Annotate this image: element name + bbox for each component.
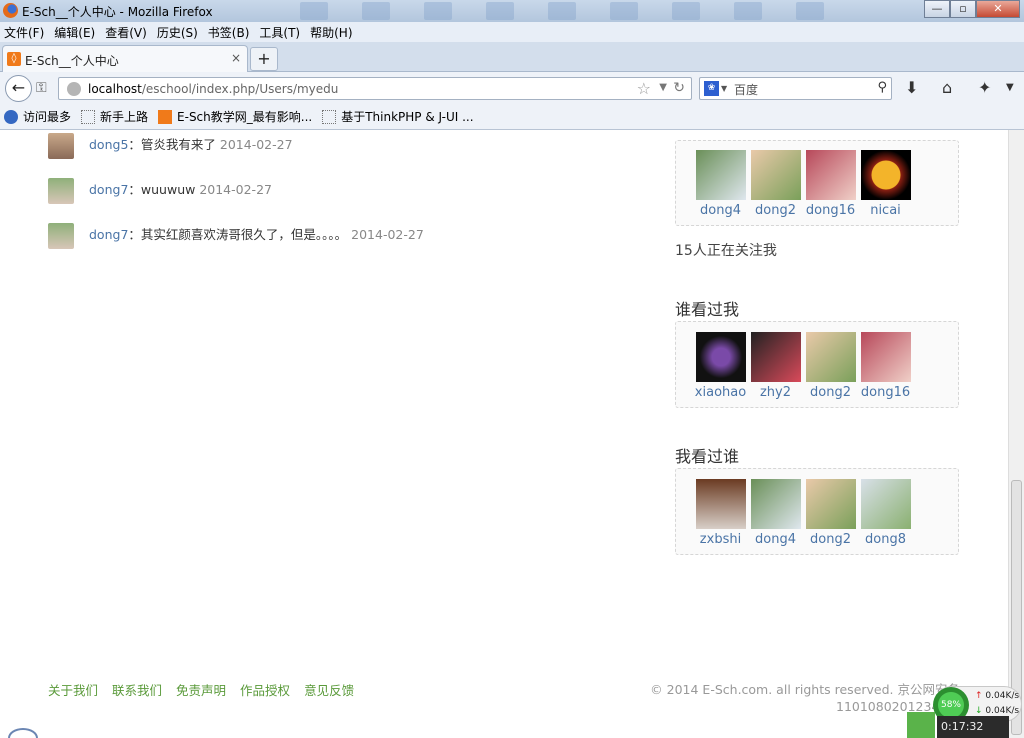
- footer-links: 关于我们 联系我们 免责声明 作品授权 意见反馈: [48, 680, 368, 699]
- site-favicon-icon: [158, 109, 173, 124]
- menu-tools[interactable]: 工具(T): [259, 24, 300, 41]
- tab-label: E-Sch__个人中心: [25, 54, 119, 68]
- home-icon[interactable]: ⌂: [942, 78, 952, 97]
- user-thumb[interactable]: dong4: [748, 479, 803, 547]
- avatar[interactable]: [48, 133, 74, 159]
- user-thumb[interactable]: dong2: [803, 479, 858, 547]
- search-box[interactable]: ❀ ▼ 百度 ⚲: [699, 77, 892, 100]
- user-thumb[interactable]: dong16: [858, 332, 913, 400]
- tray-logo-icon[interactable]: [907, 712, 935, 738]
- user-thumb[interactable]: dong8: [858, 479, 913, 547]
- comment-text: ：管炎我有来了: [128, 137, 216, 152]
- key-icon[interactable]: ⚿: [36, 80, 47, 96]
- tab-bar: ◊ E-Sch__个人中心 × +: [0, 42, 1024, 72]
- menu-help[interactable]: 帮助(H): [310, 24, 352, 41]
- visited-title: 我看过谁: [675, 447, 740, 466]
- minimize-button[interactable]: —: [924, 0, 950, 18]
- comment-user-link[interactable]: dong5: [89, 137, 128, 152]
- page-icon: [81, 109, 96, 124]
- footer-link-contact[interactable]: 联系我们: [112, 680, 162, 699]
- menu-bookmarks[interactable]: 书签(B): [208, 24, 250, 41]
- comment-item: dong5：管炎我有来了 2014-02-27: [48, 133, 293, 159]
- search-input[interactable]: 百度: [734, 81, 758, 98]
- url-dropdown-icon[interactable]: ▼: [659, 82, 667, 93]
- bookmark-thinkphp[interactable]: 基于ThinkPHP & J-UI ...: [322, 108, 474, 125]
- visited-panel: zxbshi dong4 dong2 dong8: [675, 468, 959, 555]
- download-icon[interactable]: ⬇: [905, 78, 918, 97]
- navigation-bar: ← ⚿ localhost/eschool/index.php/Users/my…: [0, 72, 1024, 104]
- page-content: dong5：管炎我有来了 2014-02-27 dong7：wuuwuw 201…: [0, 130, 1008, 738]
- tab-close-icon[interactable]: ×: [231, 51, 241, 65]
- menu-view[interactable]: 查看(V): [105, 24, 147, 41]
- close-window-button[interactable]: ✕: [976, 0, 1020, 18]
- bookmark-most-visited[interactable]: 访问最多: [4, 108, 71, 125]
- following-panel: dong4 dong2 dong16 nicai: [675, 140, 959, 226]
- firefox-logo-icon: [3, 3, 18, 18]
- avatar[interactable]: [48, 223, 74, 249]
- tab-active[interactable]: ◊ E-Sch__个人中心 ×: [2, 45, 248, 72]
- comment-item: dong7：wuuwuw 2014-02-27: [48, 178, 272, 204]
- search-icon[interactable]: ⚲: [877, 80, 887, 95]
- menu-bar: 文件(F) 编辑(E) 查看(V) 历史(S) 书签(B) 工具(T) 帮助(H…: [0, 22, 1024, 42]
- follower-count: 15人正在关注我: [675, 243, 777, 259]
- menu-dropdown-icon[interactable]: ▼: [1006, 82, 1014, 93]
- globe-icon: [67, 82, 81, 96]
- bookmark-getting-started[interactable]: 新手上路: [81, 108, 148, 125]
- search-engine-dropdown-icon[interactable]: ▼: [721, 84, 727, 93]
- footer-link-about[interactable]: 关于我们: [48, 680, 98, 699]
- url-text[interactable]: localhost/eschool/index.php/Users/myedu: [88, 82, 338, 96]
- bookmark-esch[interactable]: E-Sch教学网_最有影响...: [158, 108, 312, 125]
- menu-file[interactable]: 文件(F): [4, 24, 44, 41]
- tray-clock: 0:17:32: [937, 716, 1009, 738]
- comment-user-link[interactable]: dong7: [89, 182, 128, 197]
- footer-link-disclaimer[interactable]: 免责声明: [176, 680, 226, 699]
- user-thumb[interactable]: nicai: [858, 150, 913, 218]
- user-thumb[interactable]: dong16: [803, 150, 858, 218]
- reload-icon[interactable]: ↻: [673, 80, 685, 96]
- back-button[interactable]: ←: [5, 75, 32, 102]
- user-thumb[interactable]: xiaohao: [693, 332, 748, 400]
- most-visited-icon: [4, 109, 18, 124]
- menu-edit[interactable]: 编辑(E): [54, 24, 95, 41]
- window-titlebar: E-Sch__个人中心 - Mozilla Firefox — ▫ ✕: [0, 0, 1024, 22]
- new-tab-button[interactable]: +: [250, 47, 278, 71]
- page-icon: [322, 109, 337, 124]
- page-scrollbar[interactable]: [1008, 130, 1024, 738]
- avatar[interactable]: [48, 178, 74, 204]
- addon-icon[interactable]: ✦: [978, 78, 991, 97]
- user-thumb[interactable]: dong4: [693, 150, 748, 218]
- comment-date: 2014-02-27: [351, 227, 424, 242]
- visitors-panel: xiaohao zhy2 dong2 dong16: [675, 321, 959, 408]
- menu-history[interactable]: 历史(S): [157, 24, 198, 41]
- comment-text: ：wuuwuw: [128, 182, 196, 197]
- maximize-button[interactable]: ▫: [950, 0, 976, 18]
- comment-text: ：其实红颜喜欢涛哥很久了，但是。。。。: [128, 227, 348, 242]
- copyright-text: © 2014 E-Sch.com. all rights reserved. 京…: [650, 682, 960, 697]
- baidu-paw-icon[interactable]: ❀: [704, 81, 719, 96]
- bookmarks-bar: 访问最多 新手上路 E-Sch教学网_最有影响... 基于ThinkPHP & …: [0, 104, 1024, 130]
- user-thumb[interactable]: zxbshi: [693, 479, 748, 547]
- visitors-title: 谁看过我: [675, 300, 740, 319]
- url-bar[interactable]: localhost/eschool/index.php/Users/myedu …: [58, 77, 692, 100]
- user-thumb[interactable]: zhy2: [748, 332, 803, 400]
- upload-speed: ↑ 0.04K/s: [975, 691, 1020, 701]
- footer-link-feedback[interactable]: 意见反馈: [304, 680, 354, 699]
- comment-item: dong7：其实红颜喜欢涛哥很久了，但是。。。。 2014-02-27: [48, 223, 424, 249]
- comment-user-link[interactable]: dong7: [89, 227, 128, 242]
- bookmark-star-icon[interactable]: ☆: [637, 79, 651, 98]
- footer-link-license[interactable]: 作品授权: [240, 680, 290, 699]
- user-thumb[interactable]: dong2: [748, 150, 803, 218]
- comment-date: 2014-02-27: [199, 182, 272, 197]
- user-thumb[interactable]: dong2: [803, 332, 858, 400]
- download-speed: ↓ 0.04K/s: [975, 706, 1020, 716]
- comment-date: 2014-02-27: [219, 137, 293, 152]
- desktop-icons-background: [300, 2, 920, 22]
- site-favicon-icon: ◊: [7, 52, 21, 66]
- window-title: E-Sch__个人中心 - Mozilla Firefox: [22, 5, 213, 19]
